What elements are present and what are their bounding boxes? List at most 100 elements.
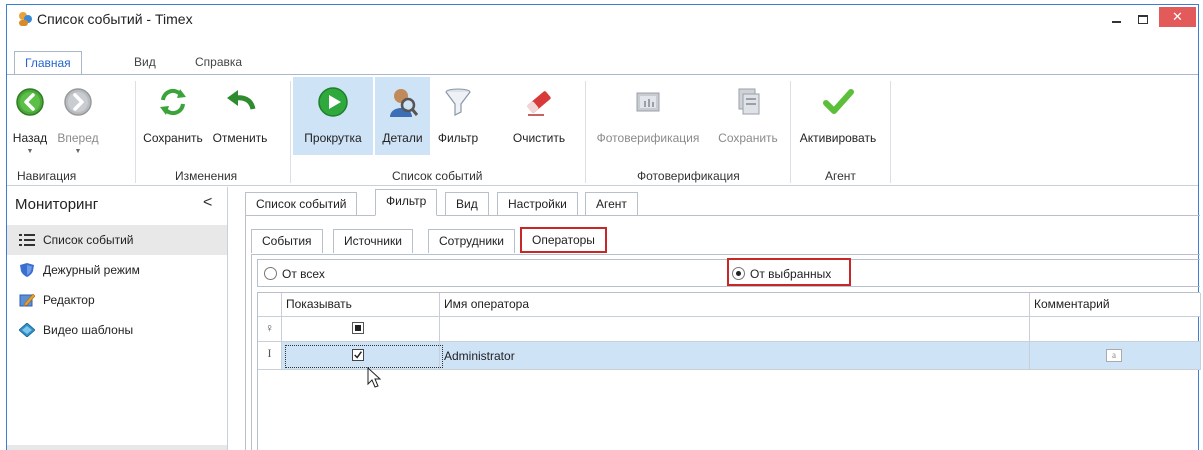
filter-cell-operator-name[interactable]: [440, 317, 1030, 342]
play-icon: [318, 87, 348, 117]
close-button[interactable]: ✕: [1159, 7, 1196, 27]
scroll-button[interactable]: Прокрутка: [293, 77, 373, 155]
filter-label: Фильтр: [437, 131, 479, 145]
group-label-changes: Изменения: [175, 169, 238, 183]
details-label: Детали: [382, 131, 423, 145]
video-template-icon: [19, 323, 35, 337]
tab-settings[interactable]: Настройки: [497, 192, 578, 216]
group-label-photo-verification: Фотоверификация: [637, 169, 740, 183]
window-title: Список событий - Timex: [37, 11, 193, 27]
maximize-icon: [1138, 15, 1148, 24]
forward-button[interactable]: Вперед ▼: [53, 77, 103, 155]
save-changes-button[interactable]: Сохранить: [137, 77, 209, 155]
ribbon-tab-home[interactable]: Главная: [14, 51, 82, 76]
radio-from-all[interactable]: От всех: [264, 266, 325, 282]
sidebar-item-label: Редактор: [43, 293, 95, 307]
minimize-icon: [1112, 21, 1121, 23]
table-row-operator-name[interactable]: Administrator: [440, 342, 1030, 370]
tab-event-list[interactable]: Список событий: [245, 192, 358, 216]
cancel-changes-button[interactable]: Отменить: [209, 77, 271, 155]
tab-view[interactable]: Вид: [445, 192, 489, 216]
photo-save-icon: [738, 88, 760, 115]
back-dropdown-icon[interactable]: ▼: [27, 148, 34, 155]
column-header-operator-name[interactable]: Имя оператора ▲: [440, 293, 1030, 317]
radio-highlight-frame: [727, 258, 851, 286]
radio-from-all-label: От всех: [282, 267, 325, 281]
panel-bottom-bar: [7, 445, 227, 450]
activate-button[interactable]: Активировать: [791, 77, 885, 155]
filter-tab-sources[interactable]: Источники: [333, 229, 413, 253]
sidebar-item-video-templates[interactable]: Видео шаблоны: [7, 315, 227, 345]
column-header-comment[interactable]: Комментарий: [1030, 293, 1201, 317]
group-label-agent: Агент: [825, 169, 856, 183]
edit-row-indicator: I: [258, 342, 282, 370]
clear-label: Очистить: [512, 131, 566, 145]
photo-verification-label: Фотоверификация: [596, 131, 700, 145]
filter-icon: [445, 88, 471, 116]
close-icon: ✕: [1172, 9, 1183, 24]
ribbon-tab-view[interactable]: Вид: [124, 51, 166, 75]
sidebar-item-editor[interactable]: Редактор: [7, 285, 227, 315]
tab-agent[interactable]: Агент: [585, 192, 638, 216]
monitoring-header: Мониторинг: [15, 196, 99, 213]
photo-save-label: Сохранить: [718, 131, 778, 145]
maximize-button[interactable]: [1132, 9, 1156, 29]
back-arrow-icon: [16, 88, 44, 116]
group-label-navigation: Навигация: [17, 169, 77, 183]
shield-icon: [20, 263, 34, 277]
sidebar-item-event-list[interactable]: Список событий: [7, 225, 227, 255]
minimize-button[interactable]: [1105, 9, 1129, 29]
sidebar-item-label: Дежурный режим: [43, 263, 140, 277]
scroll-label: Прокрутка: [304, 131, 362, 145]
collapse-panel-icon[interactable]: <: [203, 194, 212, 212]
filter-checkbox-show[interactable]: [352, 322, 364, 334]
operators-grid: Показывать Имя оператора ▲ Комментарий ♀…: [257, 292, 1201, 450]
title-bar: Список событий - Timex ✕: [7, 5, 1198, 33]
monitoring-panel: Мониторинг < Список событий Дежурный реж…: [7, 187, 228, 450]
photo-save-button[interactable]: Сохранить: [710, 77, 786, 155]
ribbon-tab-help[interactable]: Справка: [185, 51, 252, 75]
group-label-event-list: Список событий: [392, 169, 483, 183]
column-header-show[interactable]: Показывать: [282, 293, 440, 317]
filter-row-icon: ♀: [258, 317, 282, 342]
radio-from-all-indicator[interactable]: [264, 267, 277, 280]
details-icon: [389, 89, 418, 117]
table-row-comment[interactable]: a: [1030, 342, 1201, 370]
details-button[interactable]: Детали: [375, 77, 430, 155]
cell-focus-outline: [285, 345, 443, 368]
group-separator: [135, 81, 136, 183]
mouse-cursor-icon: [367, 367, 381, 388]
filter-tab-events[interactable]: События: [251, 229, 323, 253]
activate-label: Активировать: [799, 131, 877, 145]
save-changes-label: Сохранить: [143, 131, 203, 145]
editor-icon: [19, 293, 35, 307]
row-indicator-header: [258, 293, 282, 317]
forward-dropdown-icon[interactable]: ▼: [75, 148, 82, 155]
group-separator: [290, 81, 291, 183]
refresh-icon: [160, 88, 186, 116]
undo-icon: [227, 90, 256, 110]
filter-cell-show[interactable]: [282, 317, 440, 342]
checkmark-icon: [823, 89, 854, 114]
photo-verification-button[interactable]: Фотоверификация: [589, 77, 707, 155]
filter-tab-operators[interactable]: Операторы: [520, 227, 607, 253]
group-separator: [890, 81, 891, 183]
cancel-changes-label: Отменить: [212, 131, 268, 145]
group-separator: [585, 81, 586, 183]
photo-icon: [636, 92, 660, 112]
tab-filter[interactable]: Фильтр: [375, 189, 438, 216]
app-window: Список событий - Timex ✕ Главная Вид Спр…: [6, 4, 1201, 450]
sidebar-item-label: Видео шаблоны: [43, 323, 134, 337]
back-label: Назад: [12, 131, 48, 145]
list-icon: [19, 234, 35, 246]
filter-tab-employees[interactable]: Сотрудники: [428, 229, 515, 253]
forward-arrow-icon: [64, 88, 92, 116]
forward-label: Вперед: [57, 131, 99, 145]
timex-app-icon: [19, 12, 32, 26]
comment-memo-icon[interactable]: a: [1106, 349, 1122, 362]
filter-cell-comment[interactable]: [1030, 317, 1201, 342]
back-button[interactable]: Назад ▼: [7, 77, 53, 155]
clear-button[interactable]: Очистить: [499, 77, 579, 155]
filter-button[interactable]: Фильтр: [430, 77, 486, 155]
sidebar-item-duty-mode[interactable]: Дежурный режим: [7, 255, 227, 285]
